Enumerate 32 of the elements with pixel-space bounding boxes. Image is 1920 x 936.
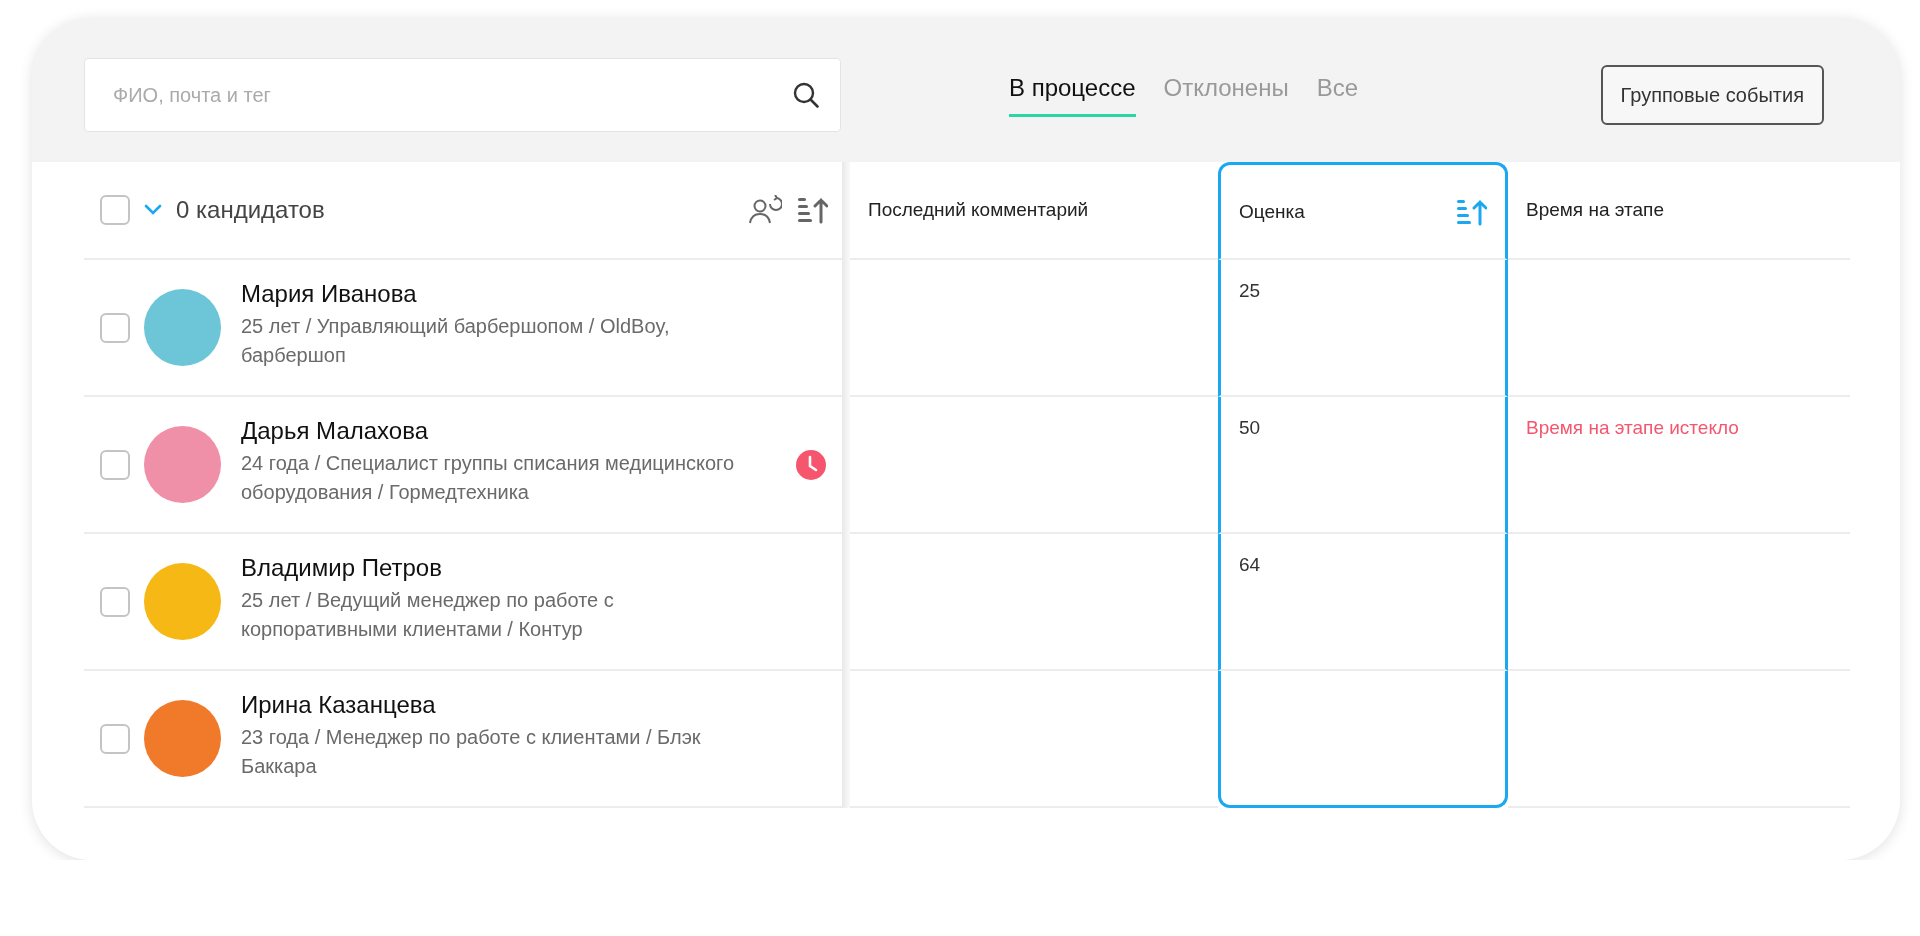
checkbox[interactable]	[100, 449, 130, 480]
score: 50	[1239, 417, 1261, 438]
column-title: Время на этапе	[1526, 199, 1664, 221]
stage-time-status: Время на этапе истекло	[1526, 417, 1739, 438]
checkbox[interactable]	[100, 586, 130, 617]
candidate-name[interactable]: Дарья Малахова	[241, 417, 771, 445]
column-title: Последний комментарий	[868, 199, 1089, 221]
candidate-details: 24 года / Специалист группы списания медицинского оборудования / Гормедтехника	[241, 451, 736, 505]
candidate-details: 25 лет / Управляющий барбершопом / OldBoy, барбершоп	[241, 314, 671, 368]
column-header[interactable]: Последний комментарий	[850, 162, 1218, 260]
search-icon[interactable]	[791, 80, 821, 110]
search-field[interactable]: ФИО, почта и тег	[84, 58, 841, 132]
candidate-name[interactable]: Ирина Казанцева	[241, 691, 771, 719]
candidate-details: 23 года / Менеджер по работе с клиентами / Блэк Баккара	[241, 725, 702, 779]
column-header[interactable]: Оценка	[1218, 162, 1508, 260]
column-header[interactable]: Время на этапе	[1508, 162, 1850, 260]
clock-icon	[796, 449, 826, 480]
score: 64	[1239, 554, 1261, 575]
sort-icon[interactable]	[796, 195, 828, 225]
candidate-name[interactable]: Владимир Петров	[241, 554, 771, 582]
group-events-button[interactable]: Групповые события	[1600, 65, 1824, 125]
checkbox[interactable]	[100, 195, 130, 225]
tab[interactable]: В процессе	[1009, 74, 1136, 117]
candidate-count: 0 кандидатов	[176, 196, 326, 224]
score: 25	[1239, 280, 1261, 301]
checkbox[interactable]	[100, 312, 130, 343]
candidate-name[interactable]: Мария Иванова	[241, 280, 771, 308]
candidate-details: 25 лет / Ведущий менеджер по работе с корпоративными клиентами / Контур	[241, 588, 615, 642]
checkbox[interactable]	[100, 723, 130, 754]
chevron-down-icon[interactable]	[144, 204, 162, 216]
person-refresh-icon[interactable]	[748, 195, 782, 225]
column-title: Оценка	[1239, 200, 1305, 223]
